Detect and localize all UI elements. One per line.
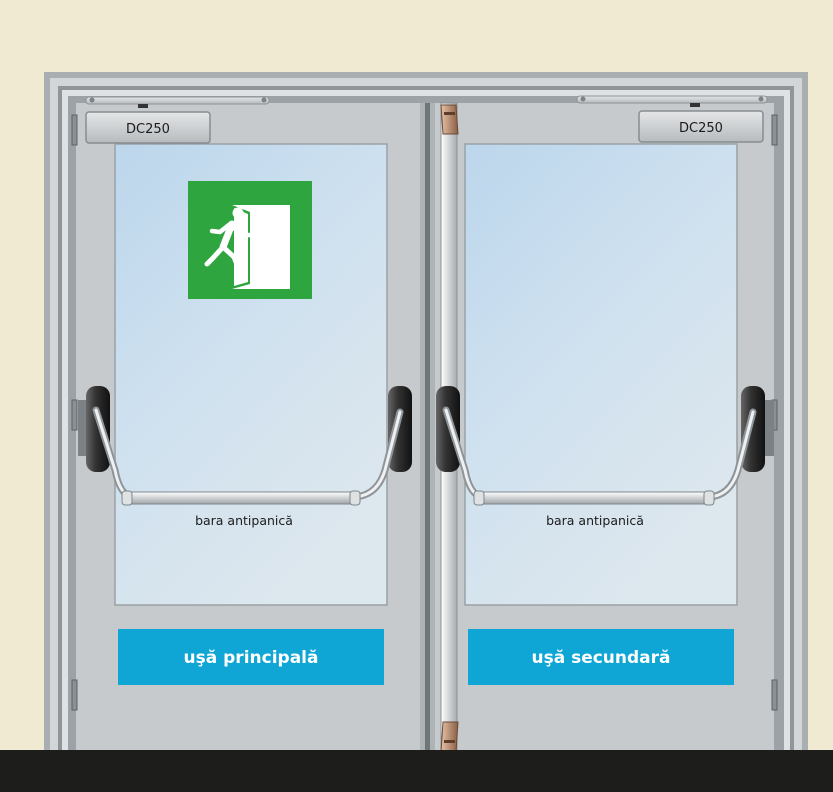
left-door-sign: uşă principală bbox=[118, 629, 384, 685]
running-man-exit-icon bbox=[188, 181, 312, 299]
right-door-sign: uşă secundară bbox=[468, 629, 734, 685]
top-rod-bolt bbox=[440, 104, 459, 135]
right-door-sign-text: uşă secundară bbox=[531, 648, 670, 668]
left-bar-label: bara antipanică bbox=[195, 513, 293, 528]
floor bbox=[0, 750, 833, 792]
left-door-closer: DC250 bbox=[85, 111, 211, 144]
left-door-sign-text: uşă principală bbox=[184, 648, 319, 668]
double-door-diagram: DC250 DC250 bara antipanică bara antipan… bbox=[0, 0, 833, 792]
right-bar-label: bara antipanică bbox=[546, 513, 644, 528]
bottom-rod-bolt bbox=[440, 721, 459, 753]
right-closer-label: DC250 bbox=[679, 121, 723, 136]
right-glass-panel bbox=[464, 143, 738, 606]
right-door-closer: DC250 bbox=[638, 110, 764, 143]
left-closer-label: DC250 bbox=[126, 122, 170, 137]
